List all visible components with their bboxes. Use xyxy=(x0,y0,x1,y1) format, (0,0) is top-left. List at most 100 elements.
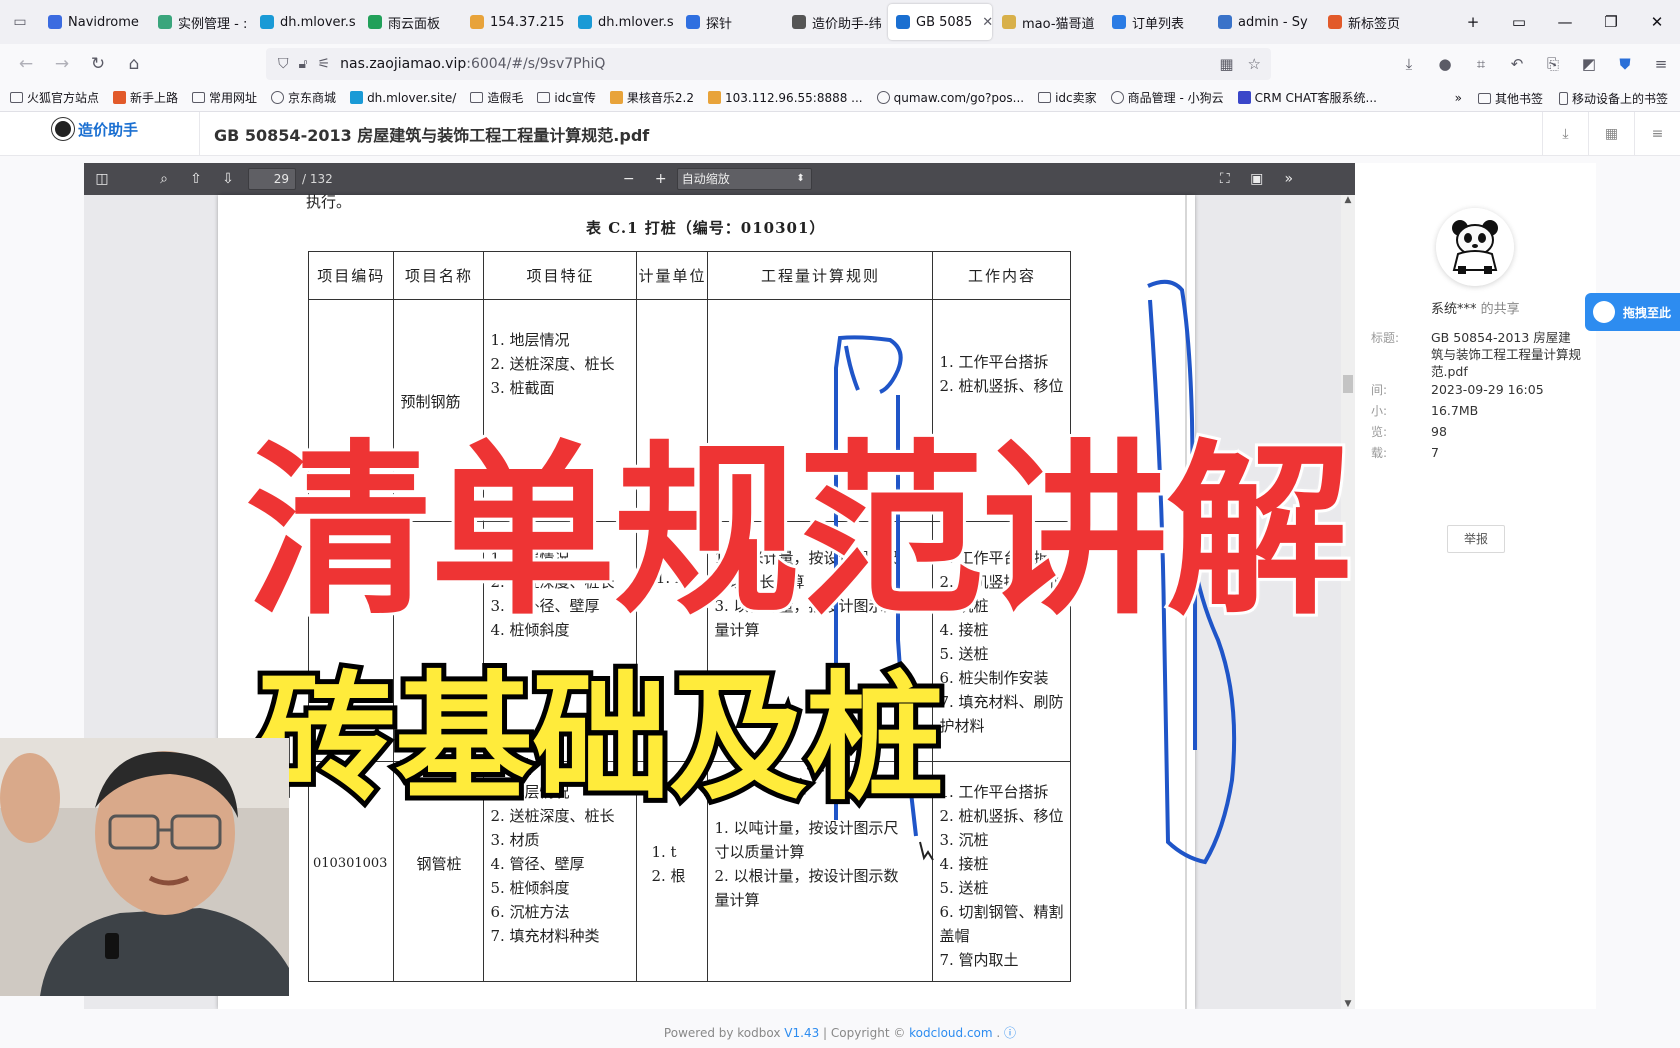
bookmark-item[interactable]: qumaw.com/go?pos... xyxy=(876,91,1024,105)
insecure-lock-icon[interactable]: 🔓︎ xyxy=(299,56,308,72)
tab-favicon-icon xyxy=(470,15,484,29)
browser-tab[interactable]: 实例管理 - : xyxy=(150,4,250,40)
bookmark-label: idc卖家 xyxy=(1055,91,1097,105)
extension-dark-icon[interactable]: ◩ xyxy=(1578,55,1600,73)
cell-line: 1. t xyxy=(651,843,677,861)
list-all-tabs-icon[interactable]: ▭ xyxy=(1496,13,1542,31)
bookmark-item[interactable]: idc宣传 xyxy=(537,89,596,106)
bookmark-item[interactable]: 京东商城 xyxy=(271,89,336,106)
browser-tab[interactable]: dh.mlover.s xyxy=(252,4,358,40)
bookmark-other[interactable]: 其他书签 xyxy=(1477,90,1543,107)
tools-icon[interactable]: » xyxy=(1273,165,1305,193)
bookmark-item[interactable]: 新手上路 xyxy=(113,89,178,106)
logo[interactable]: 造价助手 xyxy=(52,118,138,140)
tabs: Navidrome 实例管理 - : dh.mlover.s 雨云面板 154.37.2… xyxy=(40,4,1410,40)
column-header: 工作内容 xyxy=(932,251,1072,300)
cell-line: 4. 接桩 xyxy=(939,855,989,873)
qr-code-icon[interactable]: ▦ xyxy=(1219,55,1233,73)
meta-date: 2023-09-29 16:05 xyxy=(1431,382,1544,397)
cell-line: 盖帽 xyxy=(939,927,970,945)
bookmark-item[interactable]: 103.112.96.55:8888 ... xyxy=(707,91,863,105)
page-total: / 132 xyxy=(302,172,333,186)
menu-icon[interactable]: ≡ xyxy=(1634,112,1680,156)
previous-page-icon[interactable]: ⇧ xyxy=(180,165,212,193)
globe-icon xyxy=(876,91,890,104)
bookmark-item[interactable]: CRM CHAT客服系统... xyxy=(1237,89,1377,106)
meta-downloads: 7 xyxy=(1431,445,1439,460)
bookmark-item[interactable]: dh.mlover.site/ xyxy=(350,91,456,105)
tab-bar: ▭ Navidrome 实例管理 - : dh.mlover.s 雨云面板 154.37… xyxy=(0,0,1680,44)
shield-icon[interactable]: ⛉ xyxy=(278,56,289,72)
new-tab-icon[interactable]: + xyxy=(1450,13,1496,31)
browser-tab[interactable]: GB 5085 ✕ xyxy=(888,4,992,40)
restore-icon[interactable]: ❐ xyxy=(1588,13,1634,31)
tab-label: 实例管理 - : xyxy=(178,16,248,32)
zoom-out-icon[interactable]: − xyxy=(613,165,645,193)
footer-version[interactable]: V1.43 xyxy=(784,1026,819,1040)
search-icon[interactable]: ⌕ xyxy=(148,165,180,193)
divider xyxy=(199,112,200,156)
tab-list-icon[interactable]: ▭ xyxy=(0,0,40,44)
browser-tab[interactable]: admin - Sy xyxy=(1210,4,1318,40)
back-icon[interactable]: ← xyxy=(8,48,44,80)
fullscreen-icon[interactable]: ⛶ xyxy=(1209,165,1241,193)
tab-label: 新标签页 xyxy=(1348,16,1401,32)
home-icon[interactable]: ⌂ xyxy=(116,48,152,80)
screenshot-icon[interactable]: ⌗ xyxy=(1470,55,1492,73)
browser-tab[interactable]: 订单列表 xyxy=(1104,4,1208,40)
bookmark-star-icon[interactable]: ☆ xyxy=(1248,55,1261,73)
sidebar-toggle-icon[interactable]: ◫ xyxy=(86,165,118,193)
extension-shield-icon[interactable]: ⛊ xyxy=(1614,55,1636,73)
browser-tab[interactable]: 154.37.215 xyxy=(462,4,568,40)
close-window-icon[interactable]: ✕ xyxy=(1634,13,1680,31)
minimize-icon[interactable]: — xyxy=(1542,13,1588,31)
bookmark-item[interactable]: 果核音乐2.2 xyxy=(609,89,694,106)
bookmark-mobile[interactable]: 移动设备上的书签 xyxy=(1558,90,1668,107)
download-icon[interactable]: ⤓ xyxy=(1542,112,1588,156)
info-icon[interactable]: ⓘ xyxy=(1004,1026,1016,1040)
bookmark-label: 造假毛 xyxy=(487,91,524,105)
browser-tab[interactable]: Navidrome xyxy=(40,4,148,40)
bookmark-item[interactable]: 火狐官方站点 xyxy=(10,89,99,106)
zoom-in-icon[interactable]: + xyxy=(645,165,677,193)
url-path: :6004/#/s/9sv7PhiQ xyxy=(466,56,606,72)
browser-tab[interactable]: 造价助手-纬 xyxy=(784,4,886,40)
tab-label: 154.37.215 xyxy=(490,14,565,30)
browser-tab[interactable]: 雨云面板 xyxy=(360,4,460,40)
scroll-up-icon[interactable]: ▲ xyxy=(1341,195,1355,205)
bookmarks-overflow-icon[interactable]: » xyxy=(1455,91,1462,105)
menu-icon[interactable]: ≡ xyxy=(1650,55,1672,73)
next-page-icon[interactable]: ⇩ xyxy=(212,165,244,193)
bookmark-item[interactable]: idc卖家 xyxy=(1038,89,1097,106)
browser-tab[interactable]: 新标签页 xyxy=(1320,4,1410,40)
cell-line: 5. 送桩 xyxy=(939,879,989,897)
qr-code-icon[interactable]: ▦ xyxy=(1588,112,1634,156)
forward-icon[interactable]: → xyxy=(44,48,80,80)
report-button[interactable]: 举报 xyxy=(1447,525,1505,553)
tab-close-icon[interactable]: ✕ xyxy=(982,15,992,30)
extensions-icon[interactable]: ⎘ xyxy=(1542,55,1564,73)
footer-site-link[interactable]: kodcloud.com xyxy=(909,1026,992,1040)
reload-icon[interactable]: ↻ xyxy=(80,48,116,80)
browser-tab[interactable]: mao-猫哥道 xyxy=(994,4,1102,40)
shared-by: 系统*** 的共享 xyxy=(1431,298,1520,317)
bookmarks-right: » 其他书签 移动设备上的书签 xyxy=(1455,84,1668,112)
browser-tab[interactable]: dh.mlover.s xyxy=(570,4,676,40)
browser-tab[interactable]: 探针 xyxy=(678,4,782,40)
bookmark-item[interactable]: 造假毛 xyxy=(470,89,523,106)
zoom-select[interactable]: 自动缩放 xyxy=(676,168,812,190)
bookmark-item[interactable]: 商品管理 - 小狗云 xyxy=(1110,89,1224,106)
account-icon[interactable]: ● xyxy=(1434,55,1456,73)
drag-drop-button[interactable]: 拖拽至此 xyxy=(1585,293,1680,331)
tab-label: GB 5085 xyxy=(916,14,973,30)
url-bar[interactable]: ⛉ 🔓︎ ⚟ nas.zaojiamao.vip:6004/#/s/9sv7Ph… xyxy=(266,48,1271,80)
page-number-input[interactable]: 29 xyxy=(248,168,296,190)
scroll-down-icon[interactable]: ▼ xyxy=(1341,999,1355,1009)
cell-line: 5. 桩倾斜度 xyxy=(490,879,570,897)
tab-favicon-icon xyxy=(48,15,62,29)
downloads-icon[interactable]: ⤓ xyxy=(1398,55,1420,73)
open-file-icon[interactable]: ▣ xyxy=(1241,165,1273,193)
bookmark-item[interactable]: 常用网址 xyxy=(192,89,257,106)
site-permissions-icon[interactable]: ⚟ xyxy=(318,56,331,72)
undo-icon[interactable]: ↶ xyxy=(1506,55,1528,73)
